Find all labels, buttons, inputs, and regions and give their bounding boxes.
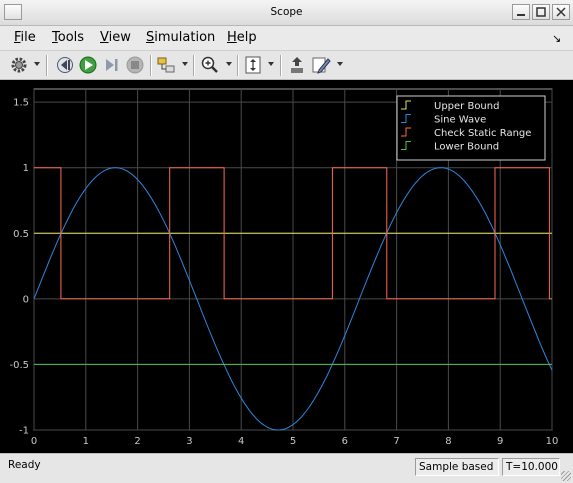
menu-view[interactable]: View bbox=[100, 30, 131, 45]
x-tick-label: 4 bbox=[238, 436, 244, 447]
y-tick-label: 0 bbox=[23, 294, 29, 305]
legend-entry: Check Static Range bbox=[434, 128, 531, 139]
undock-icon[interactable]: ↘ bbox=[552, 32, 561, 45]
chevron-down-icon[interactable] bbox=[268, 62, 274, 66]
run-icon[interactable] bbox=[77, 54, 99, 76]
x-tick-label: 10 bbox=[546, 436, 559, 447]
chevron-down-icon[interactable] bbox=[182, 62, 188, 66]
zoom-in-icon[interactable] bbox=[199, 54, 221, 76]
x-tick-label: 0 bbox=[31, 436, 37, 447]
window-title: Scope bbox=[270, 6, 303, 18]
y-tick-label: 1 bbox=[23, 163, 29, 174]
simulation-time-field: T=10.000 bbox=[502, 458, 560, 476]
bring-to-front-icon[interactable] bbox=[286, 54, 308, 76]
x-tick-label: 6 bbox=[342, 436, 348, 447]
separator bbox=[46, 55, 47, 76]
status-bar: Ready Sample based T=10.000 bbox=[0, 453, 573, 483]
style-edit-icon[interactable] bbox=[310, 54, 332, 76]
scale-axes-icon[interactable] bbox=[242, 54, 264, 76]
x-tick-label: 7 bbox=[393, 436, 399, 447]
status-text: Ready bbox=[8, 459, 41, 471]
x-tick-label: 9 bbox=[497, 436, 503, 447]
x-tick-label: 5 bbox=[290, 436, 296, 447]
maximize-icon bbox=[536, 7, 546, 17]
y-tick-label: -0.5 bbox=[9, 360, 29, 371]
chevron-down-icon[interactable] bbox=[226, 62, 232, 66]
x-tick-label: 2 bbox=[134, 436, 140, 447]
step-forward-icon[interactable] bbox=[100, 54, 122, 76]
menu-bar: File Tools View Simulation Help ↘ bbox=[0, 26, 573, 50]
chevron-down-icon[interactable] bbox=[337, 62, 343, 66]
gear-icon[interactable] bbox=[8, 54, 30, 76]
x-tick-label: 3 bbox=[186, 436, 192, 447]
separator bbox=[280, 55, 281, 76]
y-tick-label: 1.5 bbox=[13, 98, 29, 109]
scope-display[interactable]: Upper Bound Sine Wave Check Static Range Lo… bbox=[0, 80, 573, 453]
separator bbox=[193, 55, 194, 76]
y-tick-label: 0.5 bbox=[13, 229, 29, 240]
minimize-button[interactable] bbox=[512, 4, 530, 20]
legend-entry: Upper Bound bbox=[434, 101, 499, 112]
chevron-down-icon[interactable] bbox=[34, 62, 40, 66]
stop-icon[interactable] bbox=[124, 54, 146, 76]
legend-entry: Sine Wave bbox=[434, 115, 486, 126]
step-back-icon[interactable] bbox=[54, 54, 76, 76]
menu-help[interactable]: Help bbox=[227, 30, 257, 45]
separator bbox=[237, 55, 238, 76]
minimize-icon bbox=[517, 14, 525, 16]
x-tick-label: 8 bbox=[445, 436, 451, 447]
x-tick-label: 1 bbox=[83, 436, 89, 447]
menu-simulation[interactable]: Simulation bbox=[146, 30, 215, 45]
window-menu-button[interactable] bbox=[4, 4, 22, 20]
scope-plot[interactable]: Upper Bound Sine Wave Check Static Range Lo… bbox=[0, 80, 573, 453]
menu-tools[interactable]: Tools bbox=[52, 30, 84, 45]
y-tick-label: -1 bbox=[19, 426, 29, 437]
legend-entry: Lower Bound bbox=[434, 142, 499, 153]
toolbar bbox=[0, 50, 573, 80]
close-icon bbox=[556, 7, 566, 17]
maximize-button[interactable] bbox=[532, 4, 550, 20]
title-bar: Scope bbox=[0, 0, 573, 26]
separator bbox=[150, 55, 151, 76]
resize-grip[interactable] bbox=[561, 471, 571, 481]
highlight-block-icon[interactable] bbox=[155, 54, 177, 76]
close-button[interactable] bbox=[552, 4, 570, 20]
sample-mode-field: Sample based bbox=[415, 458, 499, 476]
menu-file[interactable]: File bbox=[14, 30, 36, 45]
